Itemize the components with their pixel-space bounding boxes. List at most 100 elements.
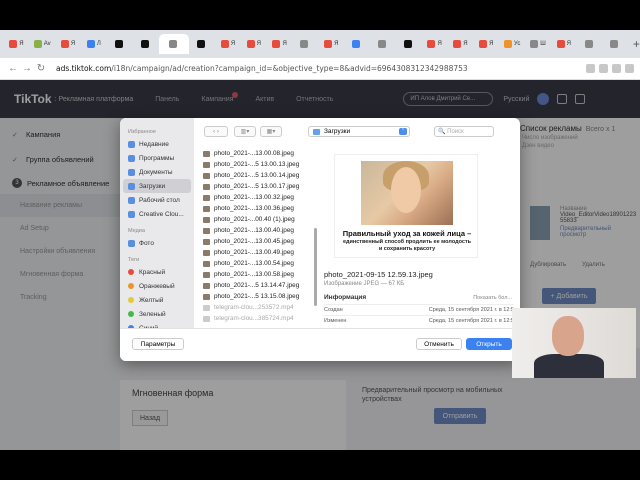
file-row[interactable]: photo_2021-...5 13.00.17.jpeg bbox=[194, 181, 320, 192]
browser-tab[interactable]: Л bbox=[81, 34, 106, 54]
browser-tab[interactable] bbox=[190, 34, 215, 54]
browser-tab[interactable]: Я bbox=[216, 34, 241, 54]
browser-tab[interactable]: Ус bbox=[500, 34, 525, 54]
file-name: photo_2021-...13.00.58.jpeg bbox=[214, 271, 294, 278]
browser-tab[interactable] bbox=[107, 34, 132, 54]
file-name: photo_2021-...00.40 (1).jpeg bbox=[214, 216, 295, 223]
file-row[interactable]: photo_2021-...13.00.40.jpeg bbox=[194, 225, 320, 236]
browser-tab[interactable] bbox=[396, 34, 421, 54]
preview-photo bbox=[361, 161, 453, 225]
browser-tab[interactable]: Ш bbox=[526, 34, 551, 54]
file-row[interactable]: photo_2021-...13.00.54.jpeg bbox=[194, 258, 320, 269]
file-name: telegram-clou...253572.mp4 bbox=[214, 304, 294, 311]
tab-favicon-icon bbox=[352, 40, 361, 48]
file-name: photo_2021-...5 13.00.17.jpeg bbox=[214, 183, 300, 190]
sidebar-tag-item[interactable]: Оранжевый bbox=[120, 279, 194, 293]
sidebar-favorite-item[interactable]: Документы bbox=[120, 165, 194, 179]
forward-icon[interactable]: → bbox=[20, 63, 34, 74]
browser-tab[interactable]: Я bbox=[267, 34, 292, 54]
url-field[interactable]: ads.tiktok.com/i18n/campaign/ad/creation… bbox=[56, 64, 468, 73]
file-thumbnail-icon bbox=[203, 282, 210, 289]
browser-tab[interactable] bbox=[577, 34, 602, 54]
sidebar-favorite-item[interactable]: Программы bbox=[120, 151, 194, 165]
ad-heading: Правильный уход за кожей лица – bbox=[342, 229, 472, 238]
sidebar-media-item[interactable]: Фото bbox=[120, 236, 194, 250]
browser-tab[interactable] bbox=[371, 34, 396, 54]
file-name: photo_2021-...5 13.14.47.jpeg bbox=[214, 282, 300, 289]
browser-tab[interactable]: Я bbox=[56, 34, 81, 54]
scrollbar[interactable] bbox=[314, 228, 317, 306]
browser-tab[interactable]: Я bbox=[448, 34, 473, 54]
file-row[interactable]: photo_2021-...13.00.49.jpeg bbox=[194, 247, 320, 258]
sidebar-favorite-item[interactable]: Creative Clou... bbox=[120, 207, 194, 221]
file-thumbnail-icon bbox=[203, 271, 210, 278]
open-button[interactable]: Открыть bbox=[466, 338, 512, 350]
reload-icon[interactable]: ↻ bbox=[34, 63, 48, 74]
extension-icon[interactable] bbox=[612, 64, 621, 73]
browser-tab[interactable]: Я bbox=[319, 34, 344, 54]
extension-icon[interactable] bbox=[625, 64, 634, 73]
file-row[interactable]: photo_2021-...5 13.15.08.jpeg bbox=[194, 291, 320, 302]
preview-filename: photo_2021-09-15 12.59.13.jpeg bbox=[324, 270, 433, 279]
browser-tab[interactable]: Av bbox=[30, 34, 55, 54]
file-row[interactable]: photo_2021-...5 13.00.14.jpeg bbox=[194, 170, 320, 181]
show-more-link[interactable]: Показать бол... bbox=[473, 295, 512, 301]
file-row[interactable]: photo_2021-...13.00.08.jpeg bbox=[194, 148, 320, 159]
file-thumbnail-icon bbox=[203, 216, 210, 223]
file-thumbnail-icon bbox=[203, 260, 210, 267]
file-row[interactable]: photo_2021-...13.00.36.jpeg bbox=[194, 203, 320, 214]
browser-tab[interactable] bbox=[603, 34, 628, 54]
extension-icon[interactable] bbox=[599, 64, 608, 73]
file-row[interactable]: photo_2021-...13.00.45.jpeg bbox=[194, 236, 320, 247]
location-popup[interactable]: Загрузки ⌃ bbox=[308, 126, 410, 137]
options-button[interactable]: Параметры bbox=[132, 338, 184, 350]
tab-label: Я bbox=[230, 41, 236, 47]
extension-icon[interactable] bbox=[586, 64, 595, 73]
browser-tab[interactable]: Я bbox=[551, 34, 576, 54]
sidebar-section-media: Медиа bbox=[128, 228, 145, 234]
sidebar-tag-item[interactable]: Желтый bbox=[120, 293, 194, 307]
file-name: photo_2021-...13.00.49.jpeg bbox=[214, 249, 294, 256]
file-row[interactable]: telegram-clou...253572.mp4 bbox=[194, 302, 320, 313]
back-forward-buttons[interactable]: ‹ › bbox=[204, 126, 228, 137]
created-label: Создан bbox=[324, 307, 343, 313]
tab-favicon-icon bbox=[86, 40, 95, 48]
view-columns-icon[interactable]: ▥▾ bbox=[234, 126, 256, 137]
browser-tab[interactable]: Я bbox=[241, 34, 266, 54]
dialog-toolbar: ‹ › ▥▾ ▦▾ Загрузки ⌃ 🔍 Поиск bbox=[194, 118, 520, 146]
address-bar: ← → ↻ ads.tiktok.com/i18n/campaign/ad/cr… bbox=[0, 58, 640, 80]
sidebar-tag-item[interactable]: Зеленый bbox=[120, 307, 194, 321]
tag-color-dot-icon bbox=[128, 297, 134, 303]
browser-tab[interactable] bbox=[293, 34, 318, 54]
browser-tab[interactable]: Я bbox=[4, 34, 29, 54]
tab-favicon-icon bbox=[427, 40, 436, 48]
browser-tab[interactable] bbox=[133, 34, 158, 54]
sidebar-favorite-item[interactable]: Загрузки bbox=[123, 179, 191, 193]
sidebar-favorite-item[interactable]: Рабочий стол bbox=[120, 193, 194, 207]
file-row[interactable]: photo_2021-...5 13.14.47.jpeg bbox=[194, 280, 320, 291]
file-row[interactable]: photo_2021-...13.00.58.jpeg bbox=[194, 269, 320, 280]
cancel-button[interactable]: Отменить bbox=[416, 338, 462, 350]
back-icon[interactable]: ← bbox=[6, 63, 20, 74]
webcam-person-head bbox=[552, 316, 584, 356]
sidebar-favorite-item[interactable]: Недавние bbox=[120, 137, 194, 151]
browser-tab[interactable] bbox=[158, 34, 189, 54]
file-row[interactable]: photo_2021-...13.00.32.jpeg bbox=[194, 192, 320, 203]
file-row[interactable]: telegram-clou...385724.mp4 bbox=[194, 313, 320, 324]
file-name: photo_2021-...13.00.08.jpeg bbox=[214, 150, 294, 157]
folder-icon bbox=[128, 140, 135, 148]
browser-tab[interactable]: Я bbox=[422, 34, 447, 54]
folder-icon bbox=[128, 196, 135, 204]
search-input[interactable]: 🔍 Поиск bbox=[434, 126, 494, 137]
file-row[interactable]: photo_2021-...5 13.00.13.jpeg bbox=[194, 159, 320, 170]
tab-favicon-icon bbox=[9, 40, 18, 48]
tab-label: Я bbox=[489, 41, 494, 47]
browser-tab[interactable] bbox=[345, 34, 370, 54]
photo-face bbox=[391, 167, 421, 213]
file-row[interactable]: photo_2021-...00.40 (1).jpeg bbox=[194, 214, 320, 225]
browser-tab[interactable]: Я bbox=[474, 34, 499, 54]
group-icon[interactable]: ▦▾ bbox=[260, 126, 282, 137]
sidebar-tag-item[interactable]: Красный bbox=[120, 265, 194, 279]
new-tab-icon[interactable]: + bbox=[633, 37, 640, 51]
file-thumbnail-icon bbox=[203, 249, 210, 256]
